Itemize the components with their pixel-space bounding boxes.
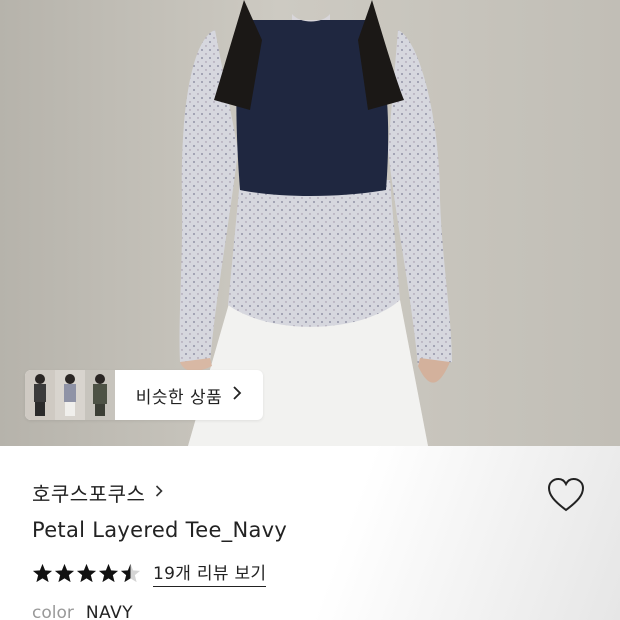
product-image[interactable]: 비슷한 상품 bbox=[0, 0, 620, 446]
similar-thumbnail bbox=[85, 370, 115, 420]
product-detail-page: 비슷한 상품 호쿠스포쿠스 Petal Layered Tee_Navy 19개… bbox=[0, 0, 620, 620]
star-icon bbox=[98, 563, 119, 583]
wishlist-heart-icon[interactable] bbox=[546, 476, 586, 514]
chevron-right-icon bbox=[232, 385, 242, 405]
similar-thumbnail bbox=[55, 370, 85, 420]
chevron-right-icon bbox=[155, 483, 164, 502]
star-icon bbox=[76, 563, 97, 583]
product-name: Petal Layered Tee_Navy bbox=[32, 518, 288, 542]
rating-stars bbox=[32, 563, 141, 583]
similar-products-button[interactable]: 비슷한 상품 bbox=[25, 370, 263, 420]
similar-thumbnails bbox=[25, 370, 115, 420]
brand-name: 호쿠스포쿠스 bbox=[32, 482, 146, 506]
half-star-icon bbox=[120, 563, 141, 583]
similar-thumbnail bbox=[25, 370, 55, 420]
similar-products-label-wrap: 비슷한 상품 bbox=[115, 383, 263, 408]
color-row: color NAVY bbox=[32, 603, 133, 620]
color-value: NAVY bbox=[85, 603, 134, 620]
similar-products-label: 비슷한 상품 bbox=[135, 387, 223, 408]
rating-row: 19개 리뷰 보기 bbox=[32, 559, 267, 587]
color-label: color bbox=[32, 603, 74, 620]
star-icon bbox=[54, 563, 75, 583]
star-icon bbox=[32, 563, 53, 583]
reviews-link[interactable]: 19개 리뷰 보기 bbox=[153, 559, 267, 587]
brand-link[interactable]: 호쿠스포쿠스 bbox=[32, 478, 164, 507]
product-info: 호쿠스포쿠스 Petal Layered Tee_Navy 19개 리뷰 보기 … bbox=[0, 446, 620, 620]
